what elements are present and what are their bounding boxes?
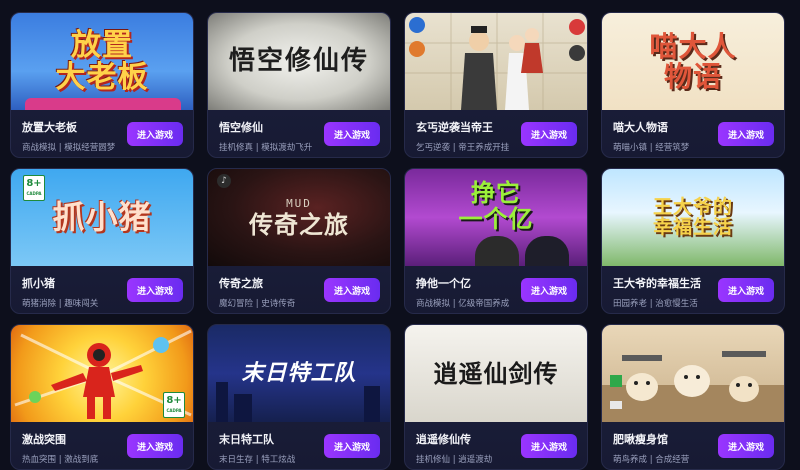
game-thumbnail[interactable]: 8+ CADPA [11, 325, 193, 422]
thumbnail-title: 挣它 一个亿 [458, 178, 534, 233]
birds-gym-illustration [602, 351, 784, 422]
game-thumbnail[interactable]: 悟空修仙传 [208, 13, 390, 110]
enter-game-button[interactable]: 进入游戏 [324, 278, 380, 302]
enter-game-button[interactable]: 进入游戏 [324, 122, 380, 146]
thumbnail-title: 抓小猪 [52, 197, 152, 236]
enter-game-button[interactable]: 进入游戏 [521, 434, 577, 458]
game-card[interactable]: 喵大人 物语 喵大人物语 萌喵小镇 | 经营筑梦 进入游戏 [601, 12, 785, 158]
game-card[interactable]: 玄丐逆袭当帝王 乞丐逆袭 | 帝王养成开挂 进入游戏 [404, 12, 588, 158]
game-thumbnail[interactable]: 喵大人 物语 [602, 13, 784, 110]
game-card[interactable]: 肥啾瘦身馆 萌鸟养成 | 合成经营 进入游戏 [601, 324, 785, 470]
game-card[interactable]: 挣它 一个亿 挣他一个亿 商战模拟 | 亿级帝国养成 进入游戏 [404, 168, 588, 314]
game-card[interactable]: 王大爷的 幸福生活 王大爷的幸福生活 田园养老 | 治愈慢生活 进入游戏 [601, 168, 785, 314]
game-card[interactable]: 放置 大老板 放置大老板 商战模拟 | 模拟经营圆梦 进入游戏 [10, 12, 194, 158]
thumbnail-title: 逍遥仙剑传 [433, 358, 559, 388]
thumbnail-title: 喵大人 物语 [649, 30, 737, 93]
game-thumbnail[interactable]: MUD 传奇之旅 ♪ [208, 169, 390, 266]
enter-game-button[interactable]: 进入游戏 [324, 434, 380, 458]
game-thumbnail[interactable]: 王大爷的 幸福生活 [602, 169, 784, 266]
game-card[interactable]: 8+ CADPA 激战突围 热血突围 | 激战到底 进入游戏 [10, 324, 194, 470]
game-grid: 放置 大老板 放置大老板 商战模拟 | 模拟经营圆梦 进入游戏 悟空修仙传 悟空… [10, 12, 785, 470]
game-thumbnail[interactable] [602, 325, 784, 422]
thumbnail-title: 悟空修仙传 [228, 45, 369, 76]
enter-game-button[interactable]: 进入游戏 [127, 278, 183, 302]
game-card[interactable]: 8+ CADPA 抓小猪 抓小猪 萌猪消除 | 趣味闯关 进入游戏 [10, 168, 194, 314]
thumbnail-subtitle: MUD [286, 197, 312, 211]
enter-game-button[interactable]: 进入游戏 [718, 278, 774, 302]
thumbnail-title: 传奇之旅 [249, 210, 349, 240]
music-note-icon: ♪ [217, 174, 231, 188]
game-thumbnail[interactable]: 挣它 一个亿 [405, 169, 587, 266]
game-card[interactable]: 末日特工队 末日特工队 末日生存 | 特工炫战 进入游戏 [207, 324, 391, 470]
enter-game-button[interactable]: 进入游戏 [718, 122, 774, 146]
game-thumbnail[interactable] [405, 13, 587, 110]
enter-game-button[interactable]: 进入游戏 [127, 122, 183, 146]
thumbnail-title: 放置 大老板 [55, 28, 149, 95]
age-rating-badge: 8+ CADPA [163, 392, 185, 418]
characters-illustration [405, 13, 587, 110]
game-thumbnail[interactable]: 8+ CADPA 抓小猪 [11, 169, 193, 266]
game-card[interactable]: 逍遥仙剑传 逍遥修仙传 挂机修仙 | 逍遥渡劫 进入游戏 [404, 324, 588, 470]
enter-game-button[interactable]: 进入游戏 [718, 434, 774, 458]
game-card[interactable]: 悟空修仙传 悟空修仙 挂机修真 | 模拟渡劫飞升 进入游戏 [207, 12, 391, 158]
game-thumbnail[interactable]: 逍遥仙剑传 [405, 325, 587, 422]
game-thumbnail[interactable]: 末日特工队 [208, 325, 390, 422]
enter-game-button[interactable]: 进入游戏 [521, 278, 577, 302]
game-card[interactable]: MUD 传奇之旅 ♪ 传奇之旅 魔幻冒险 | 史诗传奇 进入游戏 [207, 168, 391, 314]
enter-game-button[interactable]: 进入游戏 [127, 434, 183, 458]
game-thumbnail[interactable]: 放置 大老板 [11, 13, 193, 110]
thumbnail-title: 末日特工队 [241, 359, 357, 386]
thumbnail-title: 王大爷的 幸福生活 [652, 195, 733, 238]
enter-game-button[interactable]: 进入游戏 [521, 122, 577, 146]
